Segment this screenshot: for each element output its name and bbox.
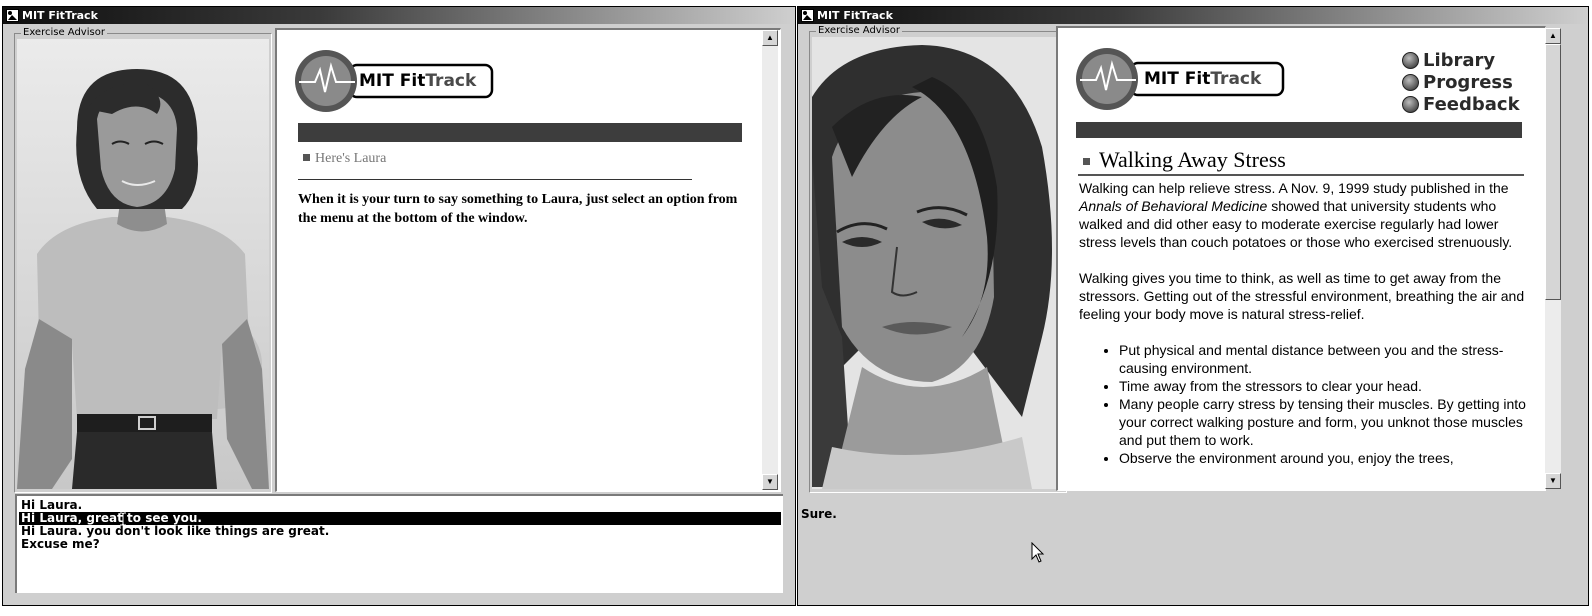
dialogue-options-menu[interactable]: Hi Laura. Hi Laura, great to see you. Hi…	[15, 494, 783, 593]
content-scrollbar[interactable]: ▲ ▼	[1545, 28, 1561, 489]
app-icon	[801, 9, 814, 22]
fittrack-logo: MIT FitTrack	[295, 48, 495, 114]
menu-option[interactable]: Excuse me?	[19, 538, 781, 551]
advisor-label: Exercise Advisor	[21, 27, 107, 38]
text-cursor-icon	[120, 512, 126, 526]
scroll-down-icon[interactable]: ▼	[762, 474, 778, 490]
window-title: MIT FitTrack	[817, 9, 893, 22]
divider	[298, 179, 692, 180]
article-title-text: Walking Away Stress	[1099, 147, 1286, 172]
nav-ball-icon	[1402, 52, 1419, 69]
laura-full-body-illustration	[17, 39, 269, 489]
user-reply-option[interactable]: Sure.	[801, 507, 837, 521]
left-app-window: MIT FitTrack Exercise Advisor MIT FitTra…	[2, 6, 796, 606]
breadcrumb-label: Here's Laura	[315, 151, 387, 166]
section-header-bar	[1076, 122, 1522, 138]
article-body: Walking can help relieve stress. A Nov. …	[1079, 179, 1529, 467]
advisor-label: Exercise Advisor	[816, 25, 902, 36]
list-item: Many people carry stress by tensing thei…	[1119, 395, 1529, 449]
info-browser-pane[interactable]: MIT FitTrack Library Progress Feedback W…	[1056, 26, 1546, 491]
scroll-thumb[interactable]	[1545, 44, 1561, 300]
bullet-square-icon	[1083, 158, 1090, 165]
scroll-down-icon[interactable]: ▼	[1545, 473, 1561, 489]
advisor-character-image	[812, 37, 1064, 489]
list-item: Put physical and mental distance between…	[1119, 341, 1529, 377]
article-paragraph: Walking gives you time to think, as well…	[1079, 270, 1525, 322]
nav-link-label: Feedback	[1423, 94, 1520, 115]
menu-option[interactable]: Hi Laura. you don't look like things are…	[19, 525, 781, 538]
scroll-up-icon[interactable]: ▲	[1545, 28, 1561, 44]
laura-closeup-illustration	[812, 37, 1064, 489]
nav-link-label: Progress	[1423, 72, 1513, 93]
article-bullet-list: Put physical and mental distance between…	[1079, 341, 1529, 467]
left-title-bar[interactable]: MIT FitTrack	[3, 7, 795, 24]
right-app-window: MIT FitTrack Exercise Advisor MIT FitTra…	[797, 6, 1589, 606]
breadcrumb: Here's Laura	[303, 151, 386, 167]
advisor-character-image	[17, 39, 269, 489]
nav-ball-icon	[1402, 74, 1419, 91]
section-header-bar	[298, 123, 742, 142]
logo-wordmark: MIT FitTrack	[1144, 69, 1262, 89]
fittrack-logo: MIT FitTrack	[1076, 46, 1288, 112]
window-title: MIT FitTrack	[22, 9, 98, 22]
mouse-pointer-icon	[1031, 542, 1045, 563]
list-item: Observe the environment around you, enjo…	[1119, 449, 1529, 467]
info-browser-pane[interactable]: MIT FitTrack Here's Laura When it is you…	[275, 28, 781, 492]
logo-wordmark: MIT FitTrack	[359, 71, 477, 91]
list-item: Time away from the stressors to clear yo…	[1119, 377, 1529, 395]
article-title: Walking Away Stress	[1083, 148, 1286, 172]
article-paragraph: Walking can help relieve stress. A Nov. …	[1079, 180, 1513, 250]
journal-name: Annals of Behavioral Medicine	[1079, 198, 1268, 214]
nav-ball-icon	[1402, 96, 1419, 113]
right-title-bar[interactable]: MIT FitTrack	[798, 7, 1588, 24]
nav-link-label: Library	[1423, 50, 1496, 71]
scroll-up-icon[interactable]: ▲	[762, 30, 778, 46]
bullet-square-icon	[303, 154, 310, 161]
content-scrollbar[interactable]: ▲ ▼	[762, 30, 778, 490]
app-icon	[6, 9, 19, 22]
title-underline	[1078, 174, 1524, 176]
instruction-text: When it is your turn to say something to…	[298, 192, 738, 226]
